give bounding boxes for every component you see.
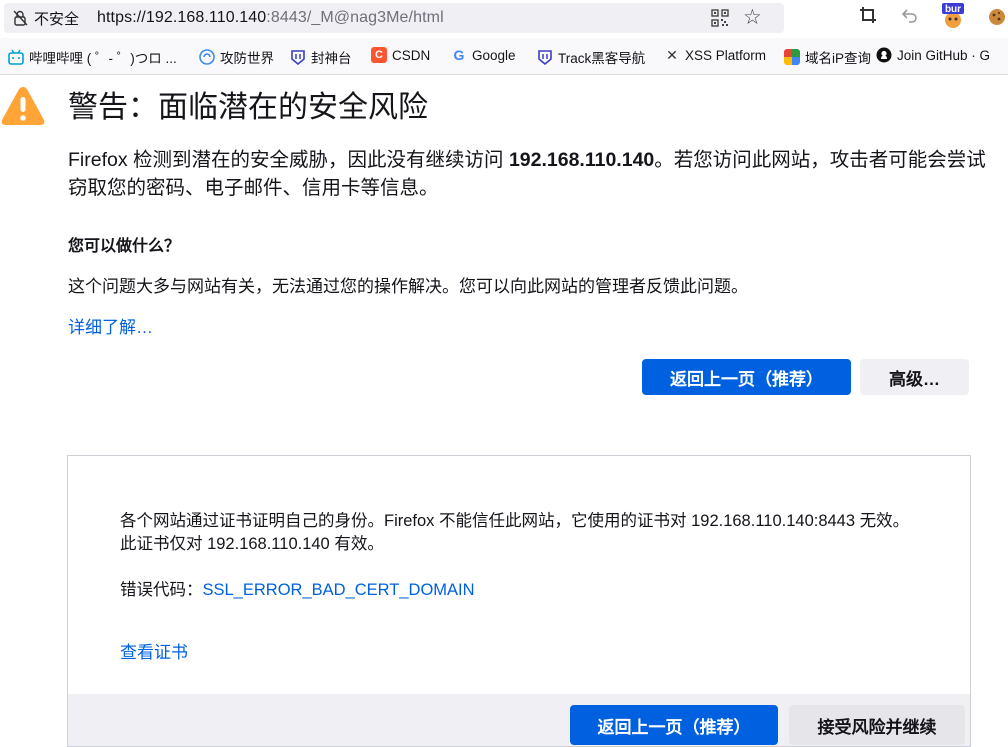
bookmark-google[interactable]: G Google: [451, 47, 516, 63]
bookmark-label: 攻防世界: [220, 51, 274, 66]
burp-extension-icon[interactable]: bur: [940, 2, 966, 30]
fengshentai-icon: [291, 50, 305, 65]
advanced-footer: 返回上一页（推荐） 接受风险并继续: [68, 694, 970, 746]
url-host: https://192.168.110.140: [97, 9, 267, 26]
go-back-button[interactable]: 返回上一页（推荐）: [642, 359, 851, 395]
url-field[interactable]: 不安全 https://192.168.110.140:8443/_M@nag3…: [4, 3, 784, 33]
page-title: 警告：面临潜在的安全风险: [68, 90, 428, 125]
xss-icon: ✕: [666, 46, 678, 63]
domain-ip-icon: [784, 49, 800, 65]
google-icon: G: [453, 47, 465, 63]
bookmark-label: Google: [472, 47, 516, 63]
bookmark-label: 封神台: [311, 51, 352, 66]
what-can-you-do-text: 这个问题大多与网站有关，无法通过您的操作解决。您可以向此网站的管理者反馈此问题。: [68, 277, 748, 296]
advanced-button[interactable]: 高级…: [860, 359, 969, 395]
qr-code-icon[interactable]: [711, 9, 729, 27]
bookmark-csdn[interactable]: C CSDN: [371, 47, 430, 63]
screenshot-crop-icon[interactable]: [859, 6, 877, 24]
bookmark-track[interactable]: Track黑客导航: [537, 47, 645, 67]
bookmark-label: Track黑客导航: [558, 51, 646, 66]
learn-more-link[interactable]: 详细了解…: [68, 313, 153, 338]
bookmark-label: XSS Platform: [685, 47, 767, 63]
advanced-go-back-button[interactable]: 返回上一页（推荐）: [570, 705, 778, 745]
toolbar: 不安全 https://192.168.110.140:8443/_M@nag3…: [0, 0, 1008, 36]
csdn-icon: C: [371, 47, 387, 63]
cookie-extension-icon[interactable]: [987, 7, 1007, 27]
warning-description: Firefox 检测到潜在的安全威胁，因此没有继续访问 192.168.110.…: [68, 146, 988, 202]
certificate-explanation: 各个网站通过证书证明自己的身份。Firefox 不能信任此网站，它使用的证书对 …: [120, 512, 910, 553]
undo-arrow-icon[interactable]: [900, 6, 918, 24]
bookmark-github[interactable]: Join GitHub · G: [876, 47, 990, 63]
bookmarks-toolbar: 哔哩哔哩 ( ゜- ゜)つロ ... 攻防世界 封神台 C CSDN G Goo…: [0, 38, 1008, 75]
bilibili-icon: [8, 49, 24, 65]
view-certificate-link[interactable]: 查看证书: [120, 638, 188, 663]
bookmark-xss-platform[interactable]: ✕ XSS Platform: [664, 47, 766, 63]
bookmark-label: 域名iP查询: [805, 51, 872, 66]
url-text[interactable]: https://192.168.110.140:8443/_M@nag3Me/h…: [97, 9, 444, 27]
advanced-panel: 各个网站通过证书证明自己的身份。Firefox 不能信任此网站，它使用的证书对 …: [67, 455, 971, 747]
track-icon: [538, 50, 552, 65]
url-path: :8443/_M@nag3Me/html: [266, 9, 444, 26]
insecure-label[interactable]: 不安全: [34, 8, 79, 29]
xctf-icon: [199, 49, 215, 65]
description-host: 192.168.110.140: [508, 149, 655, 171]
bookmark-label: CSDN: [392, 47, 431, 63]
github-icon: [876, 47, 892, 63]
warning-triangle-icon: [1, 87, 45, 125]
what-can-you-do-heading: 您可以做什么？: [68, 238, 181, 255]
insecure-lock-icon[interactable]: [12, 9, 30, 27]
description-prefix: Firefox 检测到潜在的安全威胁，因此没有继续访问: [68, 149, 509, 171]
error-code-line: 错误代码：SSL_ERROR_BAD_CERT_DOMAIN: [120, 576, 475, 600]
svg-text:bur: bur: [945, 4, 961, 15]
bookmark-label: Join GitHub · G: [897, 47, 991, 63]
error-code-link[interactable]: SSL_ERROR_BAD_CERT_DOMAIN: [203, 581, 475, 599]
bookmark-domain-ip[interactable]: 域名iP查询: [784, 47, 871, 67]
bookmark-star-icon[interactable]: ☆: [743, 7, 762, 29]
bookmark-label: 哔哩哔哩 ( ゜- ゜)つロ ...: [29, 51, 177, 66]
accept-risk-button[interactable]: 接受风险并继续: [789, 705, 965, 745]
bookmark-xctf[interactable]: 攻防世界: [199, 47, 274, 67]
error-code-label: 错误代码：: [120, 581, 203, 599]
bookmark-fengshentai[interactable]: 封神台: [290, 47, 352, 67]
bookmark-bilibili[interactable]: 哔哩哔哩 ( ゜- ゜)つロ ...: [8, 47, 177, 67]
